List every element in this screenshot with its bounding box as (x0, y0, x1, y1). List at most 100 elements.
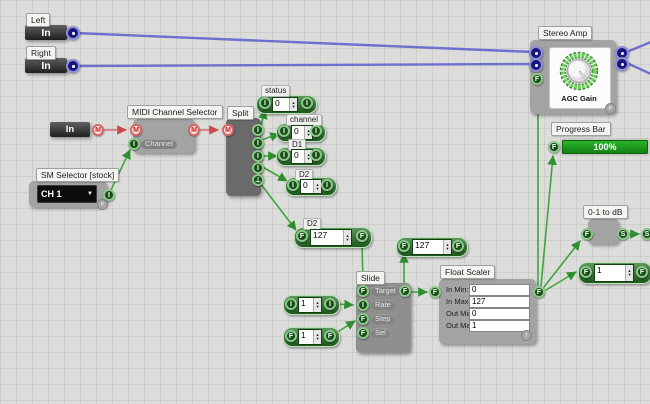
out-val-value: 1 (595, 265, 625, 281)
split-d2-out-connector[interactable]: I (252, 162, 264, 174)
step-value: 1 (299, 330, 313, 344)
status-label: status (261, 85, 290, 97)
float-scaler-properties-handle[interactable]: T (521, 330, 532, 341)
spinner-down-icon[interactable]: ▾ (316, 305, 318, 309)
in-min-label: In Min: (446, 285, 469, 295)
step-spinner[interactable]: ▴▾ (313, 330, 321, 344)
left-audio-input-module[interactable]: In (25, 25, 67, 40)
rate-in-connector[interactable]: I (285, 298, 297, 310)
slide-target-connector[interactable]: F (357, 285, 369, 297)
db-converter-title[interactable]: 0-1 to dB (583, 205, 628, 219)
d2-float-out-connector[interactable]: F (356, 230, 368, 242)
d1-in-connector[interactable]: I (278, 149, 290, 161)
float-scaler-out-connector[interactable]: F (533, 286, 545, 298)
db-in-connector[interactable]: F (581, 228, 593, 240)
d2-value-box[interactable]: 0 ▴▾ (300, 179, 322, 194)
scaler-max-spinner[interactable]: ▴▾ (443, 240, 451, 254)
slide-rate-label: Rate (371, 300, 395, 310)
channel-dropdown[interactable]: CH 1 ▼ (37, 185, 97, 203)
status-in-connector[interactable]: I (259, 97, 271, 109)
spinner-down-icon[interactable]: ▾ (346, 238, 348, 242)
out-val-in-connector[interactable]: F (580, 266, 592, 278)
midi-channel-selector-title[interactable]: MIDI Channel Selector (127, 105, 223, 119)
split-status-out-connector[interactable]: I (252, 124, 264, 136)
float-scaler-title[interactable]: Float Scaler (440, 265, 495, 279)
sm-selector-out-connector[interactable]: I (103, 189, 115, 201)
step-value-box[interactable]: 1 ▴▾ (298, 329, 322, 345)
d2-float-spinner[interactable]: ▴▾ (343, 230, 351, 245)
status-spinner[interactable]: ▴▾ (289, 98, 297, 111)
stereo-amp-properties-handle[interactable]: P (605, 103, 616, 114)
d2-spinner[interactable]: ▴▾ (313, 180, 321, 193)
channel-in-connector[interactable]: I (128, 138, 140, 150)
midi-in-out-connector[interactable]: M (92, 124, 104, 136)
spinner-down-icon[interactable]: ▾ (307, 133, 309, 137)
dropdown-arrow-icon: ▼ (87, 191, 93, 197)
patch-canvas: Left In Right In In MIDI Channel Selecto… (0, 0, 650, 404)
scaler-max-out-connector[interactable]: F (452, 240, 464, 252)
amp-gain-in-connector[interactable]: F (531, 73, 543, 85)
slide-title[interactable]: Slide (356, 271, 385, 285)
out-val-value-box[interactable]: 1 ▴▾ (594, 264, 634, 282)
d2-out-connector[interactable]: I (321, 179, 333, 191)
status-value-box[interactable]: 0 ▴▾ (272, 97, 298, 112)
spinner-down-icon[interactable]: ▾ (316, 337, 318, 341)
d1-out-connector[interactable]: I (310, 149, 322, 161)
split-title[interactable]: Split (227, 106, 254, 120)
split-d1-out-connector[interactable]: I (252, 150, 264, 162)
channel-disp-in-connector[interactable]: I (278, 125, 290, 137)
rate-value-box[interactable]: 1 ▴▾ (298, 297, 322, 313)
float-scaler-in-connector[interactable]: F (429, 286, 441, 298)
split-midi-in-connector[interactable]: M (222, 124, 234, 136)
spinner-down-icon[interactable]: ▾ (292, 105, 294, 109)
d2-value: 0 (301, 180, 313, 193)
slide-rate-connector[interactable]: I (357, 299, 369, 311)
spinner-down-icon[interactable]: ▾ (628, 273, 630, 277)
agc-gain-knob[interactable] (557, 49, 601, 93)
status-out-connector[interactable]: I (301, 97, 313, 109)
progress-bar-title[interactable]: Progress Bar (551, 122, 611, 136)
channel-disp-out-connector[interactable]: I (310, 125, 322, 137)
step-in-connector[interactable]: F (285, 330, 297, 342)
in-min-value[interactable]: 0 (469, 284, 530, 296)
progress-in-connector[interactable]: F (548, 141, 560, 153)
rate-out-connector[interactable]: I (324, 298, 336, 310)
out-val-spinner[interactable]: ▴▾ (625, 265, 633, 281)
selector-midi-in-connector[interactable]: M (130, 124, 142, 136)
slide-sel-connector[interactable]: F (357, 327, 369, 339)
sm-selector-title[interactable]: SM Selector [stock] (36, 168, 119, 182)
stereo-amp-title[interactable]: Stereo Amp (538, 26, 592, 40)
d2-float-in-connector[interactable]: F (296, 230, 308, 242)
right-audio-input-module[interactable]: In (25, 58, 67, 73)
rate-spinner[interactable]: ▴▾ (313, 298, 321, 312)
spinner-down-icon[interactable]: ▾ (316, 187, 318, 191)
split-bottom-out-connector[interactable]: ⊥ (252, 174, 264, 186)
selector-midi-out-connector[interactable]: M (188, 124, 200, 136)
slide-out-connector[interactable]: F (399, 285, 411, 297)
amp-right-out-connector[interactable] (615, 57, 629, 71)
external-string-connector[interactable]: S (641, 228, 650, 240)
out-max-value[interactable]: 1 (469, 320, 530, 332)
step-out-connector[interactable]: F (324, 330, 336, 342)
split-channel-out-connector[interactable]: I (252, 137, 264, 149)
spinner-down-icon[interactable]: ▾ (446, 247, 448, 251)
agc-gain-label: AGC Gain (549, 94, 609, 103)
midi-input-module[interactable]: In (50, 122, 90, 137)
left-input-title[interactable]: Left (26, 13, 50, 27)
slide-step-connector[interactable]: F (357, 313, 369, 325)
in-max-value[interactable]: 127 (469, 296, 530, 308)
right-input-title[interactable]: Right (26, 46, 56, 60)
out-val-out-connector[interactable]: F (636, 266, 648, 278)
right-audio-out-connector[interactable] (66, 59, 80, 73)
out-min-value[interactable]: 0 (469, 308, 530, 320)
slide-sel-label: Sel (371, 328, 390, 338)
amp-right-in-connector[interactable] (529, 58, 543, 72)
d2-in-connector[interactable]: I (287, 179, 299, 191)
scaler-max-value: 127 (413, 240, 443, 254)
d2-float-value-box[interactable]: 127 ▴▾ (310, 229, 352, 246)
scaler-max-in-connector[interactable]: F (398, 240, 410, 252)
spinner-down-icon[interactable]: ▾ (307, 157, 309, 161)
scaler-max-value-box[interactable]: 127 ▴▾ (412, 239, 452, 255)
db-out-connector[interactable]: S (617, 228, 629, 240)
left-audio-out-connector[interactable] (66, 26, 80, 40)
